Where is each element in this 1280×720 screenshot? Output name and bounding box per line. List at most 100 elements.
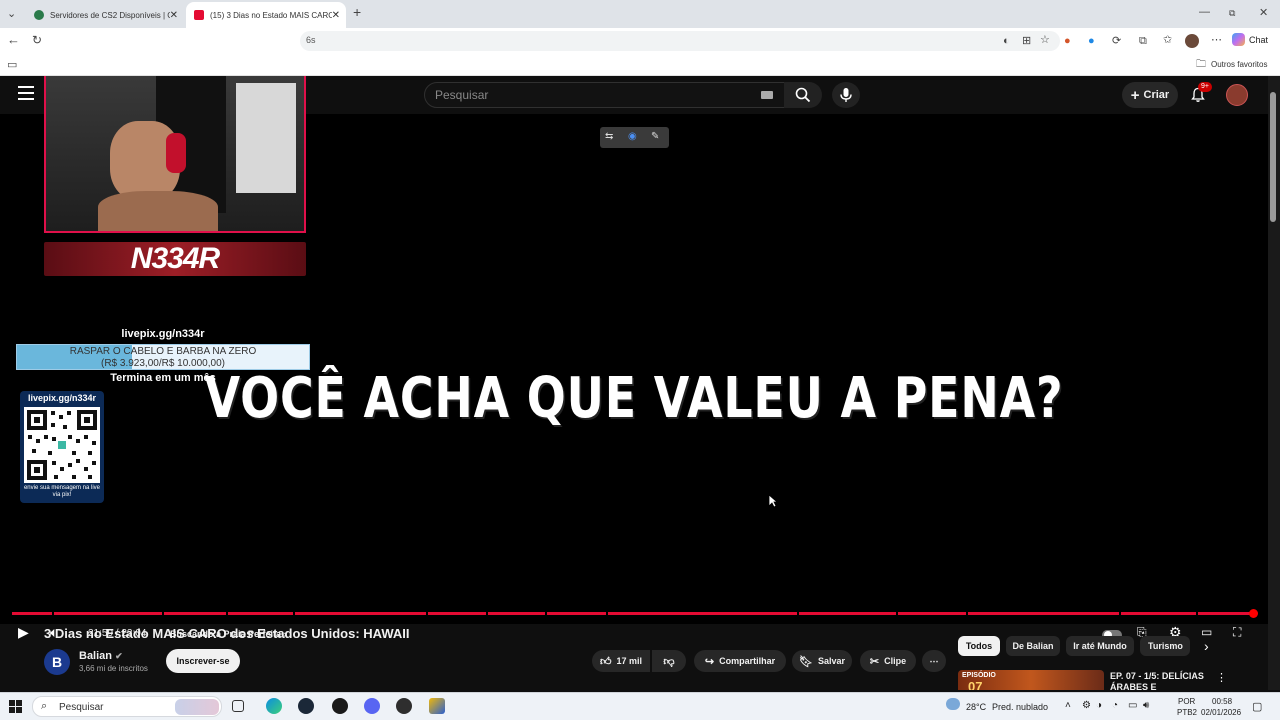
share-button[interactable]: ↪ Compartilhar bbox=[694, 650, 786, 672]
create-button[interactable]: + Criar bbox=[1122, 82, 1178, 108]
network-icon[interactable]: ▭ bbox=[1128, 700, 1137, 711]
notification-center-icon[interactable]: ▢ bbox=[1252, 700, 1262, 713]
plus-icon: + bbox=[1130, 86, 1140, 104]
new-tab-icon[interactable]: + bbox=[353, 5, 361, 19]
video-player[interactable]: ⇆ ◉ ✎ VOCÊ ACHA QUE VALEU A PENA? livepi… bbox=[0, 76, 1268, 640]
channel-name-link[interactable]: Balian ✔ bbox=[79, 650, 123, 662]
extension-icon[interactable]: ● bbox=[1088, 35, 1095, 47]
channel-name: Balian bbox=[79, 650, 113, 662]
tab-sidebar-icon[interactable]: ▭ bbox=[7, 59, 17, 71]
chapter-marker bbox=[162, 612, 164, 615]
tray-chevron-icon[interactable]: ˄ bbox=[1065, 700, 1071, 711]
recommendation-menu-icon[interactable]: ⋮ bbox=[1216, 671, 1227, 684]
browser-tab-active[interactable]: (15) 3 Dias no Estado MAIS CARO ✕ bbox=[186, 2, 346, 28]
chapter-marker bbox=[1119, 612, 1121, 615]
taskbar-search-box[interactable]: ⌕ Pesquisar bbox=[32, 696, 222, 717]
pix-qr-card: livepix.gg/n334r envie sua mensagem na l… bbox=[20, 391, 104, 503]
tab-title: Servidores de CS2 Disponíveis | Ga bbox=[50, 10, 170, 20]
apps-icon[interactable]: ⊞ bbox=[1022, 35, 1031, 47]
chapter-marker bbox=[486, 612, 488, 615]
weather-temp[interactable]: 28°C bbox=[966, 702, 986, 712]
voice-search-button[interactable] bbox=[832, 82, 860, 108]
clip-button[interactable]: ✂ Clipe bbox=[860, 650, 916, 672]
app-icon[interactable] bbox=[332, 698, 348, 714]
thumbs-down-icon: 👎︎ bbox=[663, 655, 675, 668]
back-icon[interactable]: ← bbox=[7, 33, 20, 46]
puzzle-icon[interactable]: ⟳ bbox=[1112, 35, 1121, 47]
tray-icon[interactable]: ◑ bbox=[1096, 700, 1102, 711]
play-icon[interactable]: ▶ bbox=[18, 624, 29, 640]
address-text: 6s bbox=[306, 35, 316, 45]
overlay-tool-icon[interactable]: ⇆ bbox=[605, 131, 613, 142]
tab-actions-icon[interactable]: ⌄ bbox=[7, 8, 16, 20]
bookmark-icon: 🔖︎ bbox=[799, 655, 813, 668]
browser-tab[interactable]: Servidores de CS2 Disponíveis | Ga ✕ bbox=[26, 2, 184, 28]
dislike-button[interactable]: 👎︎ bbox=[652, 650, 686, 672]
scrollbar-thumb[interactable] bbox=[1270, 92, 1276, 222]
profile-avatar[interactable] bbox=[1185, 34, 1199, 48]
close-window-icon[interactable]: ✕ bbox=[1259, 7, 1268, 19]
edge-browser-icon[interactable] bbox=[266, 698, 282, 714]
address-input[interactable]: 6s bbox=[300, 31, 1060, 51]
recommendation-title[interactable]: EP. 07 - 1/5: DELÍCIAS ÁRABES E bbox=[1110, 671, 1220, 690]
qr-note: envie sua mensagem na live via pix! bbox=[23, 485, 101, 498]
scissors-icon: ✂ bbox=[869, 655, 880, 668]
microphone-icon bbox=[840, 88, 852, 102]
like-button[interactable]: 👍︎ 17 mil bbox=[592, 650, 650, 672]
speaker-icon[interactable]: 🔊︎ bbox=[1143, 700, 1149, 711]
translate-icon[interactable]: ◐ bbox=[1003, 35, 1010, 47]
close-tab-icon[interactable]: ✕ bbox=[170, 10, 178, 21]
taskbar-search-placeholder: Pesquisar bbox=[59, 702, 104, 713]
copilot-chat-button[interactable]: Chat bbox=[1232, 33, 1268, 46]
overlay-tool-icon[interactable]: ◉ bbox=[628, 131, 637, 142]
notifications-button[interactable]: 9+ bbox=[1188, 82, 1212, 105]
steam-icon[interactable] bbox=[298, 698, 314, 714]
channel-avatar[interactable]: B bbox=[44, 649, 70, 675]
chip-tourism[interactable]: Turismo bbox=[1140, 636, 1190, 656]
app-icon[interactable] bbox=[396, 698, 412, 714]
keyboard-icon[interactable] bbox=[761, 91, 773, 99]
tray-icon[interactable]: ⚙ bbox=[1082, 700, 1091, 711]
minimize-icon[interactable]: — bbox=[1199, 6, 1210, 18]
chips-next-icon[interactable]: › bbox=[1204, 638, 1209, 654]
restore-icon[interactable]: ⧉ bbox=[1229, 7, 1235, 19]
account-avatar[interactable] bbox=[1226, 84, 1248, 106]
search-input[interactable]: Pesquisar bbox=[424, 82, 786, 108]
subscribe-button[interactable]: Inscrever-se bbox=[166, 649, 240, 673]
overlay-tool-icon[interactable]: ✎ bbox=[651, 131, 659, 142]
close-tab-icon[interactable]: ✕ bbox=[332, 10, 340, 21]
app-icon[interactable] bbox=[429, 698, 445, 714]
progress-bar[interactable] bbox=[12, 612, 1254, 615]
recommendation-thumbnail[interactable]: EPISÓDIO 07 bbox=[958, 670, 1104, 690]
windows-start-icon[interactable] bbox=[9, 700, 22, 713]
chapter-marker bbox=[293, 612, 295, 615]
discord-icon[interactable] bbox=[364, 698, 380, 714]
share-icon: ↪ bbox=[704, 655, 715, 668]
search-icon bbox=[795, 87, 811, 103]
other-favorites-link[interactable]: Outros favoritos bbox=[1211, 60, 1267, 69]
collections-icon[interactable]: ⧉ bbox=[1139, 35, 1147, 47]
search-button[interactable] bbox=[784, 82, 822, 108]
tray-icon[interactable]: ◔ bbox=[1112, 700, 1118, 711]
fullscreen-icon[interactable]: ⛶ bbox=[1233, 624, 1241, 640]
weather-desc[interactable]: Pred. nublado bbox=[992, 702, 1048, 712]
favorite-star-icon[interactable]: ☆ bbox=[1040, 34, 1050, 46]
more-menu-icon[interactable]: ⋯ bbox=[1211, 34, 1222, 46]
save-button[interactable]: 🔖︎ Salvar bbox=[792, 650, 852, 672]
chip-from-channel[interactable]: De Balian bbox=[1006, 636, 1060, 656]
reload-icon[interactable]: ↻ bbox=[32, 34, 42, 46]
clock-time[interactable]: 00:58 bbox=[1212, 697, 1232, 706]
chapter-marker bbox=[606, 612, 608, 615]
more-actions-button[interactable]: ⋯ bbox=[922, 650, 946, 672]
task-view-icon[interactable] bbox=[232, 700, 244, 712]
menu-icon[interactable] bbox=[18, 86, 34, 100]
chip-all[interactable]: Todos bbox=[958, 636, 1000, 656]
extension-icon[interactable]: ● bbox=[1064, 35, 1071, 47]
chip-related[interactable]: Ir até Mundo bbox=[1066, 636, 1134, 656]
bookmarks-bar: ▭ 🗀 Outros favoritos bbox=[0, 54, 1280, 76]
progress-scrubber[interactable] bbox=[1249, 609, 1258, 618]
favorites-icon[interactable]: ✩ bbox=[1163, 34, 1172, 46]
language-bottom[interactable]: PTB2 bbox=[1177, 708, 1197, 717]
language-top[interactable]: POR bbox=[1178, 697, 1195, 706]
clock-date[interactable]: 02/01/2026 bbox=[1201, 708, 1241, 717]
